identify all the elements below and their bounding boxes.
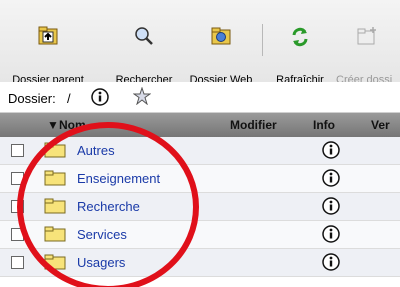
path-separator: /: [67, 91, 71, 106]
table-row[interactable]: Recherche: [0, 193, 400, 221]
magnifier-icon: [135, 27, 153, 45]
creer-dossier-button[interactable]: Créer dossi: [334, 26, 400, 86]
row-checkbox[interactable]: [11, 228, 24, 241]
dossier-parent-button[interactable]: Dossier parent: [0, 26, 96, 86]
folder-link[interactable]: Services: [77, 227, 127, 242]
column-info[interactable]: Info: [313, 118, 335, 132]
star-icon[interactable]: [133, 87, 151, 105]
info-icon[interactable]: [91, 88, 109, 106]
dossier-web-button[interactable]: Dossier Web: [183, 26, 259, 86]
folder-link[interactable]: Usagers: [77, 255, 125, 270]
table-header: ▼ Nom Modifier Info Ver: [0, 113, 400, 137]
table-row[interactable]: Services: [0, 221, 400, 249]
table-row[interactable]: Usagers: [0, 249, 400, 277]
info-icon[interactable]: [322, 169, 340, 187]
toolbar: Dossier parent Rechercher Dossier Web Ra…: [0, 0, 400, 86]
path-bar: Dossier: /: [0, 82, 400, 113]
folder-icon: [44, 226, 66, 242]
info-icon[interactable]: [322, 253, 340, 271]
sort-arrow-icon[interactable]: ▼: [47, 118, 59, 132]
row-checkbox[interactable]: [11, 144, 24, 157]
column-nom[interactable]: Nom: [59, 118, 86, 132]
info-icon[interactable]: [322, 225, 340, 243]
folder-list: Autres Enseignement Recherche Services U…: [0, 137, 400, 277]
folder-up-icon: [38, 26, 58, 45]
rechercher-button[interactable]: Rechercher: [107, 26, 181, 86]
folder-link[interactable]: Autres: [77, 143, 115, 158]
row-checkbox[interactable]: [11, 172, 24, 185]
new-folder-icon: [357, 27, 376, 45]
folder-icon: [44, 142, 66, 158]
row-checkbox[interactable]: [11, 200, 24, 213]
row-checkbox[interactable]: [11, 256, 24, 269]
folder-icon: [44, 170, 66, 186]
info-icon[interactable]: [322, 141, 340, 159]
path-label: Dossier:: [8, 91, 56, 106]
column-ver[interactable]: Ver: [371, 118, 390, 132]
web-folder-icon: [211, 27, 231, 45]
table-row[interactable]: Enseignement: [0, 165, 400, 193]
folder-link[interactable]: Enseignement: [77, 171, 160, 186]
table-row[interactable]: Autres: [0, 137, 400, 165]
rafraichir-button[interactable]: Rafraîchir: [266, 26, 334, 86]
folder-link[interactable]: Recherche: [77, 199, 140, 214]
toolbar-separator: [262, 24, 263, 56]
column-modifier[interactable]: Modifier: [230, 118, 277, 132]
refresh-icon: [292, 27, 308, 47]
folder-icon: [44, 254, 66, 270]
info-icon[interactable]: [322, 197, 340, 215]
folder-icon: [44, 198, 66, 214]
